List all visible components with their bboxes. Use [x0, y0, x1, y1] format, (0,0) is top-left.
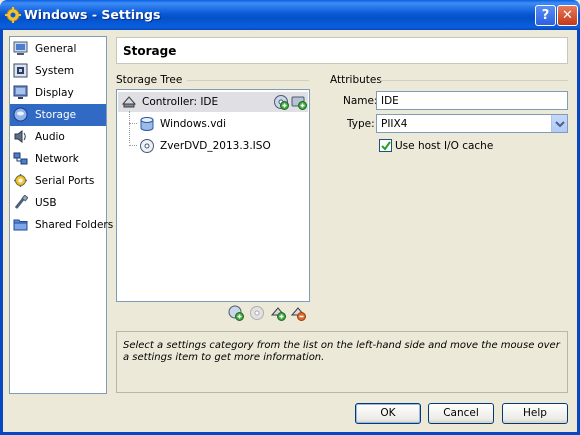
attributes-header: Attributes	[330, 74, 382, 86]
add-disk-icon[interactable]	[270, 305, 286, 321]
info-panel: Select a settings category from the list…	[116, 331, 568, 393]
storage-icon	[13, 107, 28, 122]
add-hard-disk-icon[interactable]	[291, 94, 307, 110]
sidebar-item-general[interactable]: General	[10, 38, 106, 60]
sidebar-item-label: Serial Ports	[35, 175, 95, 187]
system-icon	[13, 63, 28, 78]
hard-disk-icon	[140, 117, 154, 131]
help-button[interactable]: Help	[502, 403, 568, 424]
name-value: IDE	[381, 95, 399, 107]
type-label: Type:	[347, 118, 375, 130]
type-select[interactable]: PIIX4	[376, 114, 568, 133]
serial-ports-icon	[14, 174, 27, 187]
add-cd-icon[interactable]	[273, 94, 289, 110]
close-button[interactable]: ✕	[557, 5, 578, 26]
gear-icon	[5, 7, 21, 23]
settings-category-list[interactable]: General System Display Storage Audio Net…	[9, 36, 113, 394]
add-attachment-disabled-icon	[250, 306, 264, 320]
sidebar-item-shared-folders[interactable]: Shared Folders	[10, 214, 113, 236]
sidebar-item-label: Display	[35, 87, 74, 99]
optical-disc-icon	[140, 139, 154, 153]
sidebar-item-system[interactable]: System	[10, 60, 106, 82]
attributes-header-rule	[380, 80, 568, 81]
sidebar-item-label: Audio	[35, 131, 65, 143]
network-icon	[13, 152, 28, 165]
window-frame-left	[0, 30, 3, 435]
remove-icon[interactable]	[290, 305, 306, 321]
shared-folders-icon	[13, 219, 28, 231]
sidebar-item-storage[interactable]: Storage	[10, 104, 106, 126]
storage-tree-header-rule	[187, 80, 309, 81]
window-title: Windows - Settings	[24, 7, 161, 22]
sidebar-item-display[interactable]: Display	[10, 82, 106, 104]
name-label: Name:	[343, 95, 378, 107]
help-title-button[interactable]: ?	[535, 5, 556, 26]
host-io-cache-checkbox[interactable]	[379, 139, 392, 152]
host-io-cache-label: Use host I/O cache	[395, 140, 494, 152]
sidebar-item-label: Storage	[35, 109, 77, 121]
sidebar-item-label: General	[35, 43, 77, 55]
sidebar-item-label: USB	[35, 197, 57, 209]
page-title-box: Storage	[116, 37, 568, 64]
add-controller-icon[interactable]	[228, 305, 244, 321]
sidebar-item-usb[interactable]: USB	[10, 192, 106, 214]
title-bar: Windows - Settings ? ✕	[0, 0, 580, 30]
storage-tree[interactable]: Controller: IDE Windows.vdi ZverDVD_2013…	[116, 89, 310, 302]
sidebar-item-audio[interactable]: Audio	[10, 126, 106, 148]
chevron-down-icon[interactable]	[551, 115, 567, 132]
ide-controller-icon	[121, 96, 137, 108]
cancel-button[interactable]: Cancel	[428, 403, 494, 424]
controller-label: Controller: IDE	[142, 96, 219, 108]
usb-icon	[14, 195, 28, 209]
display-icon	[13, 85, 28, 99]
tree-item-controller[interactable]: Controller: IDE	[118, 92, 308, 112]
name-field[interactable]: IDE	[376, 91, 568, 110]
sidebar-item-label: Shared Folders	[35, 219, 114, 231]
ok-button[interactable]: OK	[355, 403, 421, 424]
checkmark-icon	[381, 141, 391, 151]
sidebar-item-label: Network	[35, 153, 79, 165]
page-title: Storage	[123, 44, 177, 58]
attachment-label: ZverDVD_2013.3.ISO	[160, 140, 271, 152]
tree-item-optical-disc[interactable]: ZverDVD_2013.3.ISO	[118, 136, 308, 156]
sidebar-item-label: System	[35, 65, 75, 77]
sidebar-item-serial-ports[interactable]: Serial Ports	[10, 170, 106, 192]
general-icon	[13, 41, 28, 55]
audio-icon	[14, 130, 26, 143]
type-value: PIIX4	[381, 118, 408, 130]
info-text: Select a settings category from the list…	[123, 340, 560, 363]
sidebar-item-network[interactable]: Network	[10, 148, 106, 170]
attachment-label: Windows.vdi	[160, 118, 227, 130]
storage-tree-header: Storage Tree	[116, 74, 183, 86]
tree-item-hard-disk[interactable]: Windows.vdi	[118, 114, 308, 134]
